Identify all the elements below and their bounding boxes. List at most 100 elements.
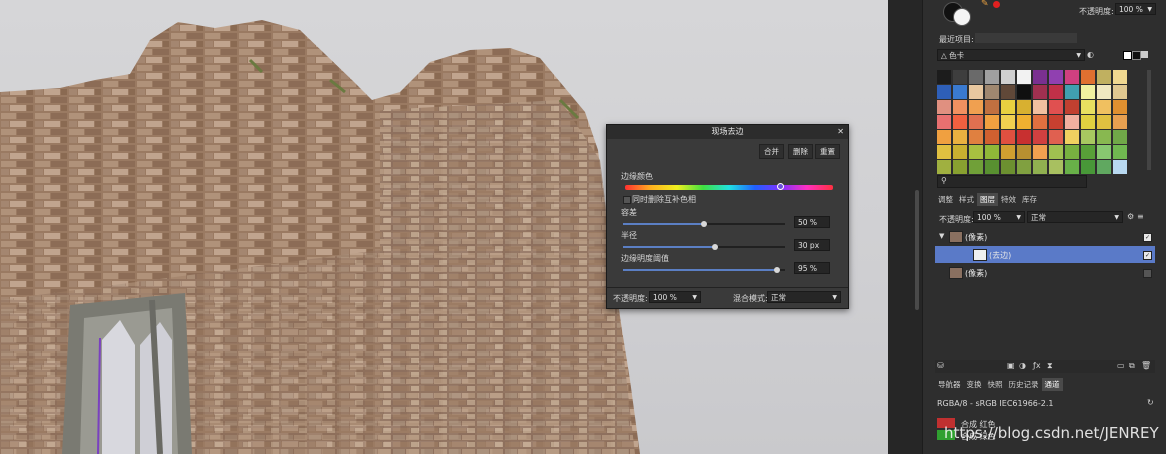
- luminosity-threshold-value[interactable]: 95 %: [794, 262, 830, 274]
- swatch-scrollbar[interactable]: [1147, 70, 1151, 170]
- hue-slider[interactable]: [625, 183, 833, 190]
- color-swatch[interactable]: [1001, 145, 1015, 159]
- color-swatch[interactable]: [953, 70, 967, 84]
- tab-bottom-panel-4[interactable]: 通道: [1041, 378, 1063, 391]
- color-swatch[interactable]: [1017, 160, 1031, 174]
- color-swatch[interactable]: [953, 115, 967, 129]
- color-swatch[interactable]: [1081, 70, 1095, 84]
- tab-layer-panel-2[interactable]: 图层: [977, 193, 998, 206]
- color-swatch[interactable]: [1113, 115, 1127, 129]
- color-swatch[interactable]: [969, 100, 983, 114]
- color-swatch[interactable]: [1081, 130, 1095, 144]
- color-swatch[interactable]: [1049, 70, 1063, 84]
- gray-swatch-icon[interactable]: [1141, 51, 1148, 58]
- color-swatch[interactable]: [1017, 130, 1031, 144]
- color-swatch[interactable]: [1033, 100, 1047, 114]
- radius-slider-knob[interactable]: [712, 244, 719, 250]
- layer-opacity-dropdown[interactable]: 100 % ▼: [973, 211, 1025, 223]
- color-swatch[interactable]: [1017, 115, 1031, 129]
- color-swatch[interactable]: [1065, 145, 1079, 159]
- tab-bottom-panel-1[interactable]: 变换: [964, 378, 985, 391]
- tab-layer-panel-3[interactable]: 特效: [998, 193, 1019, 206]
- layers-icon[interactable]: ⛁: [937, 361, 944, 371]
- opacity-dropdown[interactable]: 100 % ▼: [1115, 3, 1156, 15]
- tab-bottom-panel-3[interactable]: 历史记录: [1006, 378, 1042, 391]
- color-swatch[interactable]: [1065, 100, 1079, 114]
- color-swatch[interactable]: [969, 130, 983, 144]
- color-swatch[interactable]: [1001, 160, 1015, 174]
- color-swatch[interactable]: [953, 130, 967, 144]
- color-swatch[interactable]: [1097, 145, 1111, 159]
- luminosity-threshold-slider[interactable]: [623, 267, 785, 273]
- color-swatch[interactable]: [1113, 130, 1127, 144]
- color-swatch[interactable]: [1113, 100, 1127, 114]
- color-swatch[interactable]: [1049, 115, 1063, 129]
- close-icon[interactable]: ✕: [837, 125, 844, 139]
- layer-visibility-checkbox[interactable]: ✓: [1143, 251, 1152, 260]
- layer-blend-dropdown[interactable]: 正常 ▼: [1027, 211, 1123, 223]
- white-swatch-icon[interactable]: [1123, 51, 1132, 60]
- color-swatch[interactable]: [937, 85, 951, 99]
- color-swatch[interactable]: [937, 145, 951, 159]
- tolerance-value[interactable]: 50 %: [794, 216, 830, 228]
- color-swatch[interactable]: [1097, 85, 1111, 99]
- color-swatch[interactable]: [969, 145, 983, 159]
- dialog-titlebar[interactable]: 现场去边 ✕: [607, 125, 848, 139]
- color-swatch[interactable]: [1097, 100, 1111, 114]
- color-swatch[interactable]: [1097, 160, 1111, 174]
- color-swatch[interactable]: [1081, 160, 1095, 174]
- color-swatch[interactable]: [953, 85, 967, 99]
- merge-button[interactable]: 合并: [759, 144, 784, 159]
- folder-icon[interactable]: ▭: [1117, 361, 1125, 371]
- black-swatch-icon[interactable]: [1132, 51, 1141, 60]
- radius-value[interactable]: 30 px: [794, 239, 830, 251]
- color-swatch[interactable]: [969, 70, 983, 84]
- palette-dropdown[interactable]: △ 色卡 ▼: [937, 49, 1085, 61]
- color-swatch[interactable]: [953, 100, 967, 114]
- color-swatch[interactable]: [1017, 70, 1031, 84]
- refresh-icon[interactable]: ↻: [1147, 398, 1154, 408]
- tab-layer-panel-0[interactable]: 调整: [935, 193, 956, 206]
- tab-layer-panel-4[interactable]: 库存: [1019, 193, 1040, 206]
- color-swatch[interactable]: [1113, 85, 1127, 99]
- swatch-search-input[interactable]: ⚲: [937, 175, 1087, 188]
- luminosity-threshold-slider-knob[interactable]: [773, 267, 780, 273]
- color-swatch[interactable]: [937, 115, 951, 129]
- color-swatch[interactable]: [1049, 130, 1063, 144]
- tab-bottom-panel-0[interactable]: 导航器: [935, 378, 964, 391]
- color-swatch[interactable]: [985, 115, 999, 129]
- layer-row[interactable]: (像素): [935, 264, 1155, 281]
- color-swatch[interactable]: [937, 100, 951, 114]
- dialog-blend-dropdown[interactable]: 正常 ▼: [767, 291, 841, 303]
- color-swatch[interactable]: [969, 115, 983, 129]
- color-swatch[interactable]: [937, 70, 951, 84]
- color-swatch[interactable]: [985, 130, 999, 144]
- color-swatch[interactable]: [1113, 70, 1127, 84]
- eyedropper-icon[interactable]: ✎: [981, 0, 989, 9]
- color-swatch[interactable]: [1017, 145, 1031, 159]
- color-swatch[interactable]: [1065, 130, 1079, 144]
- complementary-checkbox[interactable]: [623, 196, 631, 204]
- color-swatch[interactable]: [985, 160, 999, 174]
- fx-icon[interactable]: ƒx: [1033, 361, 1041, 371]
- duplicate-icon[interactable]: ⧉: [1129, 361, 1135, 371]
- reset-button[interactable]: 重置: [815, 144, 840, 159]
- color-swatch[interactable]: [953, 145, 967, 159]
- color-swatch[interactable]: [1097, 130, 1111, 144]
- color-swatch[interactable]: [1081, 145, 1095, 159]
- color-swatch[interactable]: [1017, 85, 1031, 99]
- dialog-opacity-dropdown[interactable]: 100 % ▼: [649, 291, 701, 303]
- color-swatch[interactable]: [1081, 85, 1095, 99]
- color-swatch[interactable]: [1033, 160, 1047, 174]
- color-swatch[interactable]: [1097, 115, 1111, 129]
- color-swatch[interactable]: [1065, 115, 1079, 129]
- color-swatch[interactable]: [1001, 70, 1015, 84]
- color-swatch[interactable]: [1033, 115, 1047, 129]
- color-swatch[interactable]: [985, 145, 999, 159]
- trash-icon[interactable]: 🗑: [1141, 361, 1151, 371]
- color-swatch[interactable]: [1033, 70, 1047, 84]
- color-swatch[interactable]: [969, 85, 983, 99]
- color-swatch[interactable]: [1081, 115, 1095, 129]
- color-swatch[interactable]: [1033, 85, 1047, 99]
- mask-icon[interactable]: ▣: [1007, 361, 1015, 371]
